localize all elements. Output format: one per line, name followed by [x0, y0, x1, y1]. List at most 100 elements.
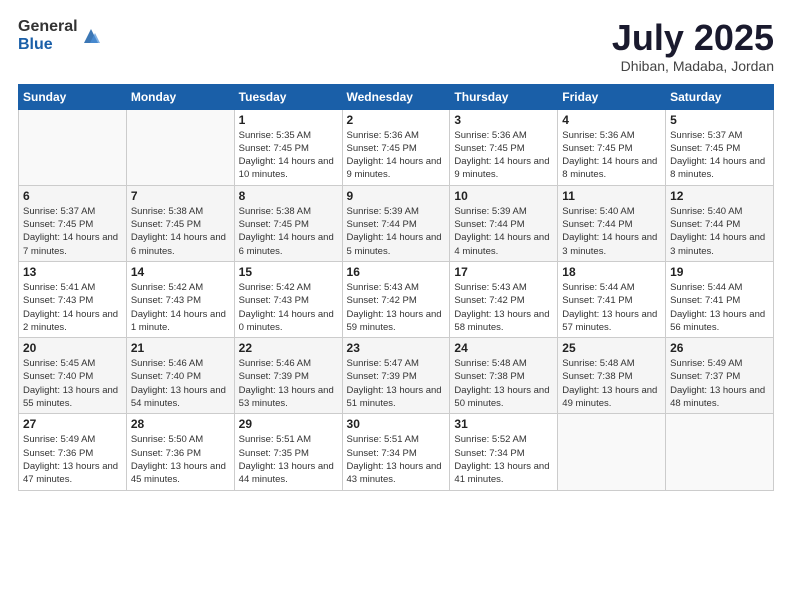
table-row: [666, 414, 774, 490]
day-info: Sunrise: 5:49 AM Sunset: 7:36 PM Dayligh…: [23, 433, 122, 486]
day-info: Sunrise: 5:37 AM Sunset: 7:45 PM Dayligh…: [23, 205, 122, 258]
table-row: 7Sunrise: 5:38 AM Sunset: 7:45 PM Daylig…: [126, 185, 234, 261]
day-info: Sunrise: 5:48 AM Sunset: 7:38 PM Dayligh…: [454, 357, 553, 410]
day-info: Sunrise: 5:41 AM Sunset: 7:43 PM Dayligh…: [23, 281, 122, 334]
col-friday: Friday: [558, 84, 666, 109]
table-row: 25 Sunrise: 5:48 AM Sunset: 7:38 PM Dayli…: [558, 338, 666, 414]
day-number: 17: [454, 265, 553, 279]
table-row: 9 Sunrise: 5:39 AM Sunset: 7:44 PM Daylig…: [342, 185, 450, 261]
table-row: 6 Sunrise: 5:37 AM Sunset: 7:45 PM Daylig…: [19, 185, 127, 261]
table-row: 16 Sunrise: 5:43 AM Sunset: 7:42 PM Dayli…: [342, 261, 450, 337]
calendar-week-row: 13 Sunrise: 5:41 AM Sunset: 7:43 PM Dayli…: [19, 261, 774, 337]
col-tuesday: Tuesday: [234, 84, 342, 109]
col-monday: Monday: [126, 84, 234, 109]
day-number: 30: [347, 417, 446, 431]
table-row: 28Sunrise: 5:50 AM Sunset: 7:36 PM Dayli…: [126, 414, 234, 490]
day-number: 1: [239, 113, 338, 127]
day-info: Sunrise: 5:49 AM Sunset: 7:37 PM Dayligh…: [670, 357, 769, 410]
table-row: [558, 414, 666, 490]
day-number: 13: [23, 265, 122, 279]
table-row: 1 Sunrise: 5:35 AM Sunset: 7:45 PM Daylig…: [234, 109, 342, 185]
table-row: 26 Sunrise: 5:49 AM Sunset: 7:37 PM Dayli…: [666, 338, 774, 414]
title-block: July 2025 Dhiban, Madaba, Jordan: [612, 18, 774, 74]
day-info: Sunrise: 5:38 AM Sunset: 7:45 PM Dayligh…: [239, 205, 338, 258]
day-number: 24: [454, 341, 553, 355]
day-info: Sunrise: 5:51 AM Sunset: 7:35 PM Dayligh…: [239, 433, 338, 486]
day-info: Sunrise: 5:46 AM Sunset: 7:39 PM Dayligh…: [239, 357, 338, 410]
day-info: Sunrise: 5:52 AM Sunset: 7:34 PM Dayligh…: [454, 433, 553, 486]
calendar-header-row: Sunday Monday Tuesday Wednesday Thursday…: [19, 84, 774, 109]
day-info: Sunrise: 5:45 AM Sunset: 7:40 PM Dayligh…: [23, 357, 122, 410]
day-number: 4: [562, 113, 661, 127]
col-wednesday: Wednesday: [342, 84, 450, 109]
day-number: 6: [23, 189, 122, 203]
day-info: Sunrise: 5:36 AM Sunset: 7:45 PM Dayligh…: [562, 129, 661, 182]
table-row: 20 Sunrise: 5:45 AM Sunset: 7:40 PM Dayli…: [19, 338, 127, 414]
day-number: 16: [347, 265, 446, 279]
table-row: 29 Sunrise: 5:51 AM Sunset: 7:35 PM Dayli…: [234, 414, 342, 490]
calendar-week-row: 1 Sunrise: 5:35 AM Sunset: 7:45 PM Daylig…: [19, 109, 774, 185]
col-thursday: Thursday: [450, 84, 558, 109]
table-row: 5Sunrise: 5:37 AM Sunset: 7:45 PM Daylig…: [666, 109, 774, 185]
day-number: 7: [131, 189, 230, 203]
header: General Blue July 2025 Dhiban, Madaba, J…: [18, 18, 774, 74]
day-number: 25: [562, 341, 661, 355]
day-number: 8: [239, 189, 338, 203]
table-row: 24 Sunrise: 5:48 AM Sunset: 7:38 PM Dayli…: [450, 338, 558, 414]
day-number: 5: [670, 113, 769, 127]
day-info: Sunrise: 5:36 AM Sunset: 7:45 PM Dayligh…: [454, 129, 553, 182]
day-info: Sunrise: 5:40 AM Sunset: 7:44 PM Dayligh…: [562, 205, 661, 258]
day-number: 26: [670, 341, 769, 355]
table-row: 11Sunrise: 5:40 AM Sunset: 7:44 PM Dayli…: [558, 185, 666, 261]
table-row: 27Sunrise: 5:49 AM Sunset: 7:36 PM Dayli…: [19, 414, 127, 490]
logo-blue-text: Blue: [18, 36, 78, 54]
calendar-table: Sunday Monday Tuesday Wednesday Thursday…: [18, 84, 774, 491]
calendar-week-row: 27Sunrise: 5:49 AM Sunset: 7:36 PM Dayli…: [19, 414, 774, 490]
day-info: Sunrise: 5:43 AM Sunset: 7:42 PM Dayligh…: [454, 281, 553, 334]
calendar-week-row: 20 Sunrise: 5:45 AM Sunset: 7:40 PM Dayli…: [19, 338, 774, 414]
day-number: 23: [347, 341, 446, 355]
location: Dhiban, Madaba, Jordan: [612, 58, 774, 74]
day-number: 29: [239, 417, 338, 431]
calendar-week-row: 6 Sunrise: 5:37 AM Sunset: 7:45 PM Daylig…: [19, 185, 774, 261]
logo-general-text: General: [18, 18, 78, 36]
day-info: Sunrise: 5:51 AM Sunset: 7:34 PM Dayligh…: [347, 433, 446, 486]
month-title: July 2025: [612, 18, 774, 58]
day-info: Sunrise: 5:42 AM Sunset: 7:43 PM Dayligh…: [239, 281, 338, 334]
page: General Blue July 2025 Dhiban, Madaba, J…: [0, 0, 792, 612]
table-row: 30 Sunrise: 5:51 AM Sunset: 7:34 PM Dayli…: [342, 414, 450, 490]
table-row: 2 Sunrise: 5:36 AM Sunset: 7:45 PM Daylig…: [342, 109, 450, 185]
day-info: Sunrise: 5:39 AM Sunset: 7:44 PM Dayligh…: [347, 205, 446, 258]
col-saturday: Saturday: [666, 84, 774, 109]
day-number: 15: [239, 265, 338, 279]
day-info: Sunrise: 5:42 AM Sunset: 7:43 PM Dayligh…: [131, 281, 230, 334]
table-row: 12Sunrise: 5:40 AM Sunset: 7:44 PM Dayli…: [666, 185, 774, 261]
table-row: 31Sunrise: 5:52 AM Sunset: 7:34 PM Dayli…: [450, 414, 558, 490]
day-number: 2: [347, 113, 446, 127]
table-row: 3Sunrise: 5:36 AM Sunset: 7:45 PM Daylig…: [450, 109, 558, 185]
day-number: 20: [23, 341, 122, 355]
table-row: 14 Sunrise: 5:42 AM Sunset: 7:43 PM Dayli…: [126, 261, 234, 337]
day-number: 28: [131, 417, 230, 431]
day-number: 14: [131, 265, 230, 279]
day-number: 22: [239, 341, 338, 355]
table-row: 15 Sunrise: 5:42 AM Sunset: 7:43 PM Dayli…: [234, 261, 342, 337]
table-row: 18 Sunrise: 5:44 AM Sunset: 7:41 PM Dayli…: [558, 261, 666, 337]
table-row: 23 Sunrise: 5:47 AM Sunset: 7:39 PM Dayli…: [342, 338, 450, 414]
day-info: Sunrise: 5:36 AM Sunset: 7:45 PM Dayligh…: [347, 129, 446, 182]
day-info: Sunrise: 5:44 AM Sunset: 7:41 PM Dayligh…: [562, 281, 661, 334]
day-number: 19: [670, 265, 769, 279]
day-number: 12: [670, 189, 769, 203]
day-info: Sunrise: 5:35 AM Sunset: 7:45 PM Dayligh…: [239, 129, 338, 182]
day-number: 9: [347, 189, 446, 203]
table-row: 10Sunrise: 5:39 AM Sunset: 7:44 PM Dayli…: [450, 185, 558, 261]
table-row: 13 Sunrise: 5:41 AM Sunset: 7:43 PM Dayli…: [19, 261, 127, 337]
day-info: Sunrise: 5:43 AM Sunset: 7:42 PM Dayligh…: [347, 281, 446, 334]
table-row: 19Sunrise: 5:44 AM Sunset: 7:41 PM Dayli…: [666, 261, 774, 337]
day-number: 10: [454, 189, 553, 203]
day-info: Sunrise: 5:48 AM Sunset: 7:38 PM Dayligh…: [562, 357, 661, 410]
day-info: Sunrise: 5:47 AM Sunset: 7:39 PM Dayligh…: [347, 357, 446, 410]
table-row: 21Sunrise: 5:46 AM Sunset: 7:40 PM Dayli…: [126, 338, 234, 414]
day-number: 18: [562, 265, 661, 279]
col-sunday: Sunday: [19, 84, 127, 109]
